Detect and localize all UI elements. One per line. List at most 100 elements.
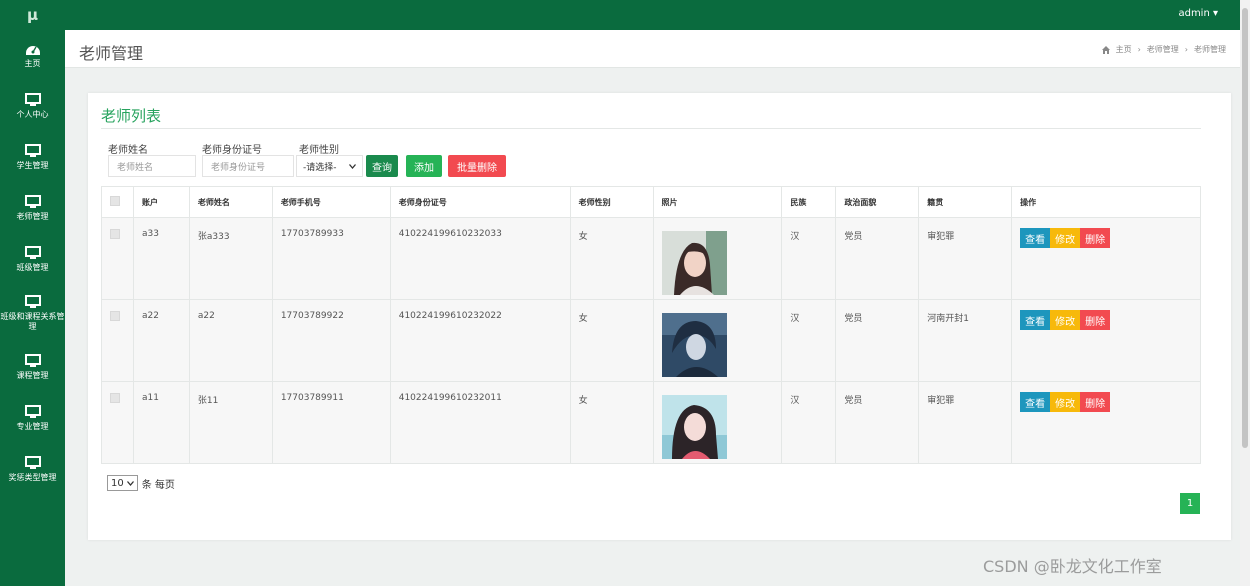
top-bar: μ admin ▾ — [0, 0, 1250, 30]
scrollbar-thumb[interactable] — [1242, 8, 1248, 448]
monitor-icon — [24, 144, 41, 157]
column-header: 照片 — [652, 186, 783, 218]
sidebar-item-home[interactable]: 主页 — [0, 30, 65, 81]
monitor-icon — [24, 246, 41, 259]
breadcrumb-home[interactable]: 主页 — [1116, 44, 1132, 55]
card-title: 老师列表 — [101, 107, 162, 125]
app-logo[interactable]: μ — [0, 0, 65, 30]
sidebar-item-classes[interactable]: 班级管理 — [0, 234, 65, 285]
page-title: 老师管理 — [79, 44, 144, 63]
edit-button[interactable]: 修改 — [1050, 310, 1081, 330]
photo-cell — [652, 381, 783, 464]
user-menu[interactable]: admin ▾ — [1178, 8, 1218, 19]
political-cell: 党员 — [835, 381, 920, 464]
gender-filter-select[interactable]: -请选择- — [296, 155, 363, 177]
actions-cell: 查看 修改 删除 — [1011, 217, 1201, 300]
sidebar-item-majors[interactable]: 专业管理 — [0, 393, 65, 444]
sidebar-item-profile[interactable]: 个人中心 — [0, 81, 65, 132]
sidebar: 主页 个人中心 学生管理 老师管理 班级管理 班级和课程关系管理 课程管理 专业… — [0, 30, 65, 586]
column-header[interactable]: 老师身份证号 — [389, 186, 571, 218]
page-size-select[interactable]: 10 — [107, 475, 138, 491]
row-select-cell — [101, 217, 134, 300]
name-cell: 张11 — [188, 381, 273, 464]
search-button[interactable]: 查询 — [366, 155, 398, 177]
view-button[interactable]: 查看 — [1020, 228, 1051, 248]
row-select-cell — [101, 299, 134, 382]
dashboard-icon — [25, 46, 40, 55]
teacher-photo — [661, 395, 727, 459]
ethnicity-cell: 汉 — [781, 217, 837, 300]
name-cell: 张a333 — [188, 217, 273, 300]
sidebar-item-reward-types[interactable]: 奖惩类型管理 — [0, 444, 65, 495]
hometown-cell: 河南开封1 — [918, 299, 1013, 382]
view-button[interactable]: 查看 — [1020, 310, 1051, 330]
add-button[interactable]: 添加 — [406, 155, 442, 177]
page-size-value: 10 — [111, 477, 124, 489]
political-cell: 党员 — [835, 299, 920, 382]
breadcrumb-section[interactable]: 老师管理 — [1147, 44, 1179, 55]
sidebar-item-label: 老师管理 — [16, 212, 49, 221]
breadcrumb-separator: › — [1184, 45, 1188, 54]
name-cell: a22 — [188, 299, 273, 382]
idcard-filter-input[interactable]: 老师身份证号 — [202, 155, 294, 177]
monitor-icon — [24, 456, 41, 469]
phone-cell: 17703789911 — [271, 381, 391, 464]
phone-cell: 17703789933 — [271, 217, 391, 300]
sidebar-item-label: 专业管理 — [16, 422, 49, 431]
vertical-scrollbar[interactable] — [1240, 0, 1250, 586]
delete-button[interactable]: 删除 — [1080, 228, 1111, 248]
column-header[interactable]: 民族 — [781, 186, 837, 218]
hometown-cell: 审犯罪 — [918, 217, 1013, 300]
edit-button[interactable]: 修改 — [1050, 228, 1081, 248]
sidebar-item-label: 班级管理 — [16, 263, 49, 272]
sidebar-item-label: 班级和课程关系管理 — [0, 312, 65, 331]
sidebar-item-label: 课程管理 — [16, 371, 49, 380]
column-header-select — [101, 186, 134, 218]
hometown-cell: 审犯罪 — [918, 381, 1013, 464]
column-header[interactable]: 老师性别 — [569, 186, 654, 218]
sidebar-item-label: 学生管理 — [16, 161, 49, 170]
teacher-photo — [661, 231, 727, 295]
monitor-icon — [24, 295, 41, 308]
sidebar-item-students[interactable]: 学生管理 — [0, 132, 65, 183]
watermark: CSDN @卧龙文化工作室 — [983, 557, 1162, 576]
column-header[interactable]: 老师手机号 — [271, 186, 391, 218]
view-button[interactable]: 查看 — [1020, 392, 1051, 412]
account-cell: a33 — [132, 217, 190, 300]
page-header: 老师管理 主页 › 老师管理 › 老师管理 — [65, 30, 1240, 68]
column-header[interactable]: 籍贯 — [918, 186, 1013, 218]
sidebar-item-class-course[interactable]: 班级和课程关系管理 — [0, 285, 65, 342]
breadcrumb-current: 老师管理 — [1194, 45, 1226, 54]
monitor-icon — [24, 405, 41, 418]
sidebar-item-courses[interactable]: 课程管理 — [0, 342, 65, 393]
gender-cell: 女 — [569, 381, 654, 464]
table-row: a22 a22 17703789922 410224199610232022 女… — [101, 299, 1201, 382]
column-header[interactable]: 账户 — [132, 186, 190, 218]
idcard-cell: 410224199610232022 — [389, 299, 571, 382]
sidebar-item-teachers[interactable]: 老师管理 — [0, 183, 65, 234]
table-row: a11 张11 17703789911 410224199610232011 女… — [101, 381, 1201, 464]
name-filter-input[interactable]: 老师姓名 — [108, 155, 196, 177]
photo-cell — [652, 299, 783, 382]
home-icon — [1101, 45, 1110, 54]
chevron-down-icon — [349, 163, 356, 169]
column-header[interactable]: 政治面貌 — [835, 186, 920, 218]
row-checkbox[interactable] — [110, 311, 120, 321]
edit-button[interactable]: 修改 — [1050, 392, 1081, 412]
gender-cell: 女 — [569, 217, 654, 300]
delete-button[interactable]: 删除 — [1080, 392, 1111, 412]
select-all-checkbox[interactable] — [110, 196, 120, 206]
ethnicity-cell: 汉 — [781, 381, 837, 464]
row-checkbox[interactable] — [110, 393, 120, 403]
delete-button[interactable]: 删除 — [1080, 310, 1111, 330]
column-header[interactable]: 老师姓名 — [188, 186, 273, 218]
page-button-current[interactable]: 1 — [1180, 493, 1200, 514]
ethnicity-cell: 汉 — [781, 299, 837, 382]
actions-cell: 查看 修改 删除 — [1011, 299, 1201, 382]
sidebar-item-label: 奖惩类型管理 — [8, 473, 57, 482]
idcard-cell: 410224199610232033 — [389, 217, 571, 300]
column-header: 操作 — [1011, 186, 1201, 218]
row-checkbox[interactable] — [110, 229, 120, 239]
batch-delete-button[interactable]: 批量删除 — [448, 155, 506, 177]
teacher-photo — [661, 313, 727, 377]
